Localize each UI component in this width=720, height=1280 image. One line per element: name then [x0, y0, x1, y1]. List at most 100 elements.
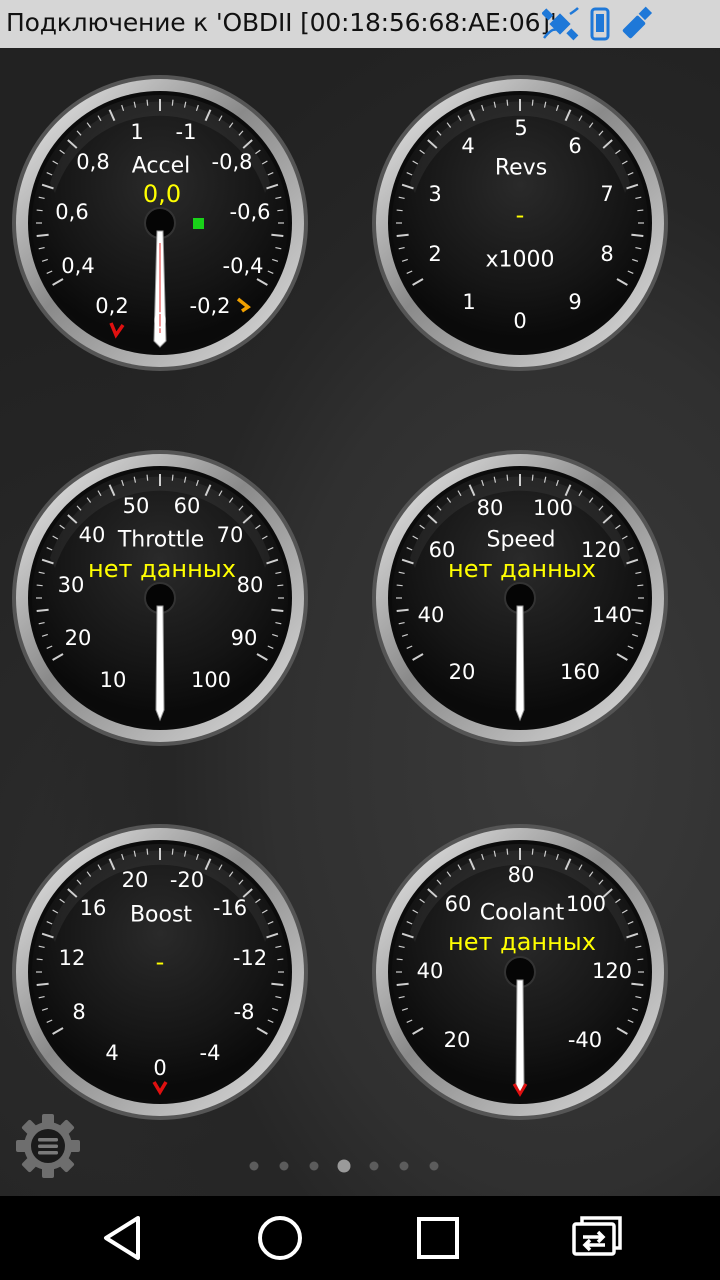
scale-label: 16	[79, 896, 107, 920]
boost-gauge[interactable]: Boost - 4 8 12 16 20 -20 -16 -12 -8 -4 0	[10, 822, 310, 1122]
scale-label: 160	[559, 660, 601, 684]
scale-tick	[277, 958, 284, 961]
scale-label: 80	[476, 496, 504, 520]
scale-label: -0,6	[229, 200, 271, 224]
gauge-name: Accel	[131, 153, 191, 179]
page-dot[interactable]	[279, 1161, 289, 1171]
coolant-gauge[interactable]: Coolant нет данных 20 40 60 80 100 120 -…	[370, 822, 670, 1122]
scale-label: 9	[568, 290, 582, 314]
scale-tick	[396, 233, 409, 237]
scale-label: 60	[444, 892, 472, 916]
home-button[interactable]	[252, 1210, 308, 1266]
scale-label: 80	[507, 863, 535, 887]
scale-label: 140	[591, 603, 633, 627]
gauge-name: Throttle	[117, 527, 205, 553]
gauge-value: нет данных	[448, 928, 596, 956]
screen-switch-icon	[572, 1216, 622, 1256]
status-icons	[542, 6, 653, 41]
gauge-name: Boost	[129, 902, 193, 928]
page-indicator[interactable]	[0, 1158, 720, 1174]
scale-tick	[171, 474, 174, 481]
scale-label: 6	[568, 134, 582, 158]
scale-label: 50	[122, 494, 150, 518]
scale-tick	[506, 99, 509, 106]
connection-status-text: Подключение к 'OBDII [00:18:56:68:AE:06]…	[6, 8, 557, 37]
scale-tick	[396, 608, 409, 612]
scale-label: 40	[78, 523, 106, 547]
scale-label: 120	[591, 959, 633, 983]
scale-label: 4	[461, 134, 475, 158]
gauge-value: -	[515, 201, 525, 229]
scale-tick	[171, 99, 174, 106]
scale-tick	[506, 474, 509, 481]
scale-label: 90	[230, 626, 258, 650]
scale-tick	[146, 474, 149, 481]
scale-label: 80	[236, 573, 264, 597]
scale-tick	[396, 982, 409, 986]
scale-label: 4	[105, 1041, 119, 1065]
status-indicator-green	[193, 218, 204, 229]
accel-gauge[interactable]: Accel 0,0 0,2 0,4 0,6 0,8 1 -1 -0,8 -0,6…	[10, 73, 310, 373]
home-icon	[258, 1216, 302, 1260]
scale-tick	[36, 958, 43, 961]
scale-label: 40	[416, 959, 444, 983]
scale-tick	[637, 958, 644, 961]
scale-label: 60	[173, 494, 201, 518]
gauge-name: Speed	[486, 527, 556, 553]
recents-icon	[417, 1217, 459, 1259]
scale-label: 100	[190, 668, 232, 692]
scale-label: -12	[232, 946, 268, 970]
scale-tick	[631, 233, 644, 237]
speed-gauge[interactable]: Speed нет данных 20 40 60 80 100 120 140…	[370, 448, 670, 748]
scale-label: 20	[121, 868, 149, 892]
back-button[interactable]	[96, 1210, 152, 1266]
scale-tick	[277, 209, 284, 212]
scale-label: 40	[417, 603, 445, 627]
recents-button[interactable]	[410, 1210, 466, 1266]
gauge-name: Revs	[494, 155, 548, 181]
scale-label: 1	[130, 120, 144, 144]
scale-label: -20	[169, 868, 205, 892]
page-dot[interactable]	[369, 1161, 379, 1171]
scale-label: -40	[567, 1028, 603, 1052]
scale-tick	[631, 608, 644, 612]
revs-gauge[interactable]: Revs - x1000 0 1 2 3 4 5 6 7 8 9	[370, 73, 670, 373]
page-dot[interactable]	[429, 1161, 439, 1171]
gauge-unit: x1000	[485, 247, 555, 273]
throttle-gauge[interactable]: Throttle нет данных 10 20 30 40 50 60 70…	[10, 448, 310, 748]
scale-label: 2	[428, 242, 442, 266]
scale-label: 1	[462, 290, 476, 314]
gauge-value: нет данных	[88, 555, 236, 583]
scale-tick	[36, 233, 49, 237]
switch-screen-button[interactable]	[568, 1210, 624, 1266]
scale-label: -0,8	[211, 150, 253, 174]
page-dot-active[interactable]	[337, 1159, 351, 1173]
scale-label: -4	[199, 1041, 221, 1065]
scale-label: 70	[216, 523, 244, 547]
scale-label: -1	[175, 120, 197, 144]
status-bar: Подключение к 'OBDII [00:18:56:68:AE:06]…	[0, 0, 720, 48]
scale-tick	[531, 99, 534, 106]
scale-label: -0,2	[189, 294, 231, 318]
scale-tick	[506, 848, 509, 855]
page-dot[interactable]	[399, 1161, 409, 1171]
back-icon	[104, 1216, 140, 1260]
scale-label: 30	[57, 573, 85, 597]
scale-label: 120	[580, 538, 622, 562]
scale-tick	[531, 848, 534, 855]
scale-tick	[271, 982, 284, 986]
scale-label: -16	[212, 896, 248, 920]
scale-label: 20	[448, 660, 476, 684]
scale-label: 0	[153, 1056, 167, 1080]
scale-tick	[36, 608, 49, 612]
scale-label: 20	[443, 1028, 471, 1052]
satellite-icon	[542, 7, 579, 41]
scale-label: 60	[428, 538, 456, 562]
page-dot[interactable]	[309, 1161, 319, 1171]
scale-tick	[146, 99, 149, 106]
page-dot[interactable]	[249, 1161, 259, 1171]
scale-tick	[396, 209, 403, 212]
scale-tick	[396, 958, 403, 961]
gauge-name: Coolant	[479, 900, 565, 926]
scale-label: 100	[532, 496, 574, 520]
